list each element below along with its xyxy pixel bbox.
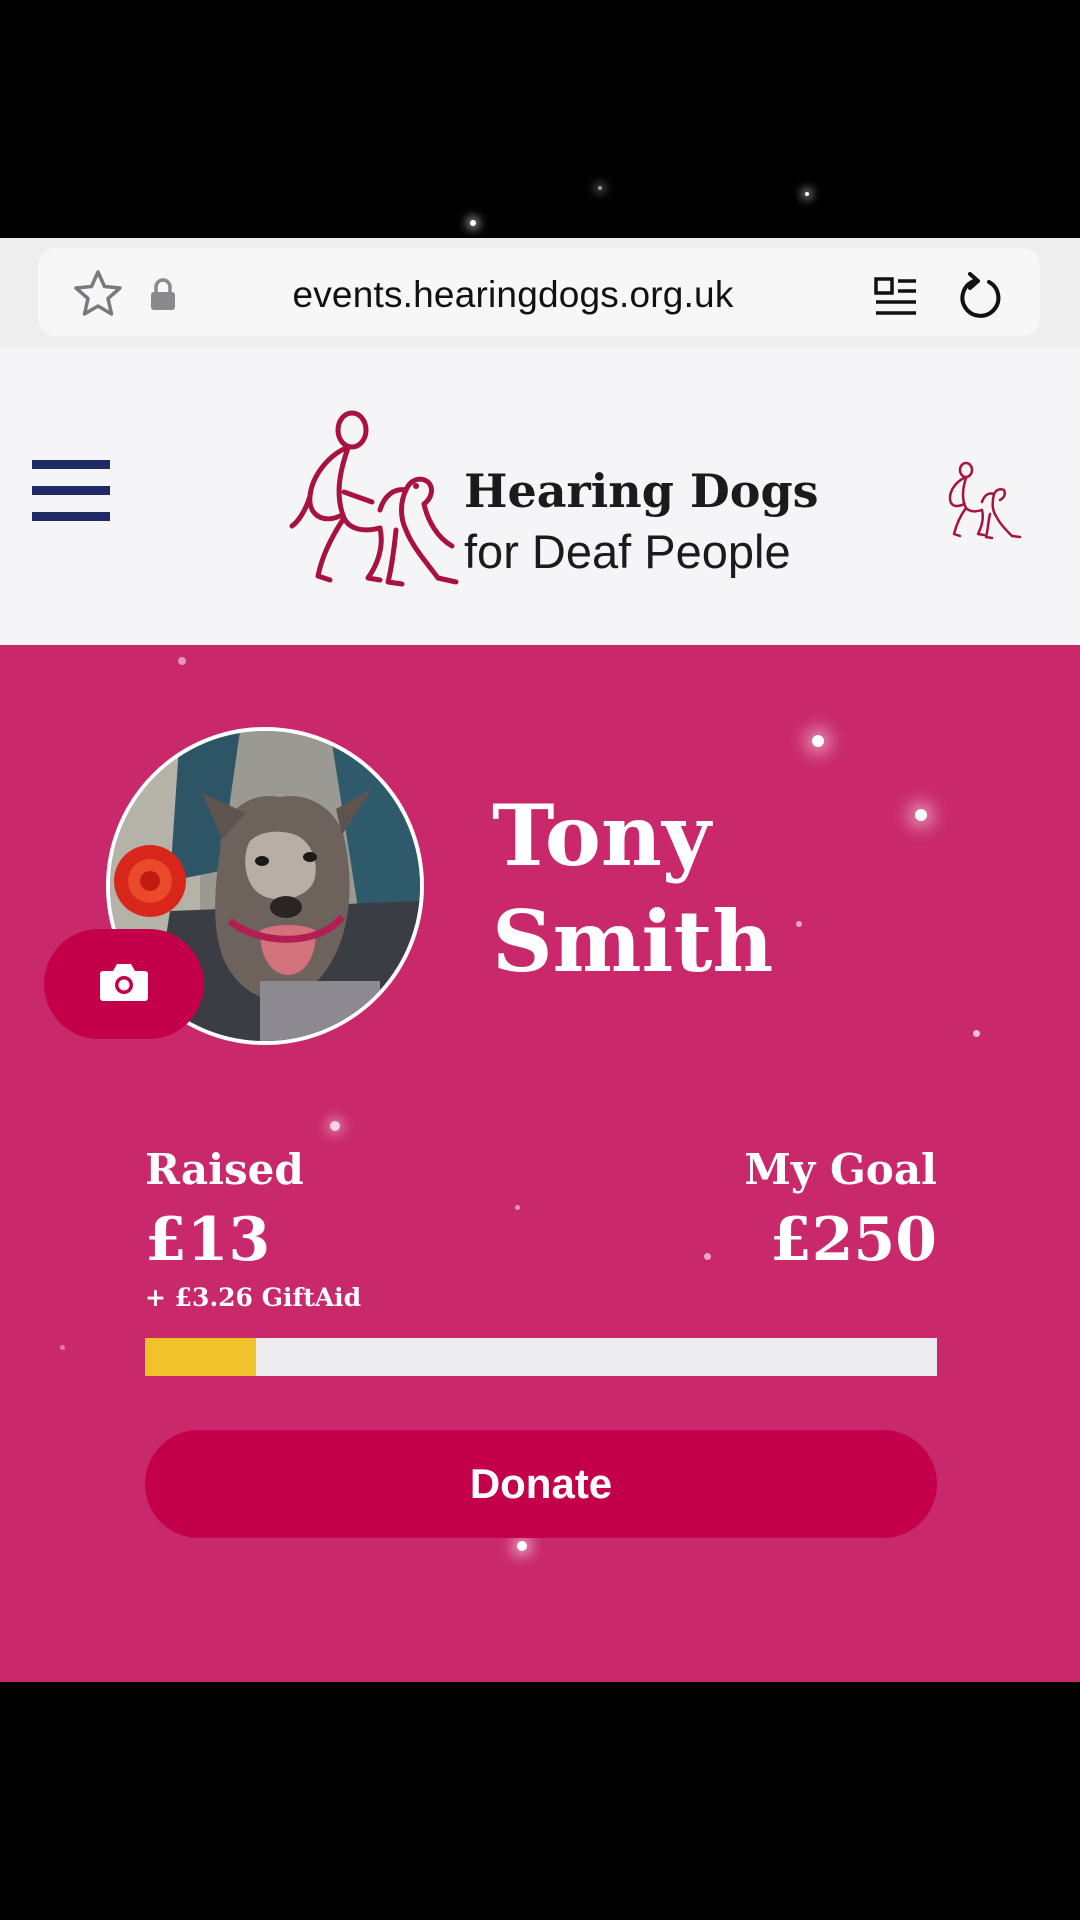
- sparkle: [812, 735, 824, 747]
- fundraiser-name-line: Tony: [492, 786, 711, 885]
- raised-label: Raised: [145, 1145, 304, 1194]
- bottom-black-area: [0, 1682, 1080, 1920]
- fundraiser-name-line: Smith: [492, 892, 774, 991]
- logo-line-2: for Deaf People: [464, 525, 791, 578]
- progress-fill: [145, 1338, 256, 1376]
- goal-amount: £250: [770, 1205, 937, 1275]
- giftaid-amount: + £3.26 GiftAid: [145, 1283, 362, 1312]
- hamburger-menu-icon[interactable]: [32, 460, 110, 522]
- url-text[interactable]: events.hearingdogs.org.uk: [208, 274, 818, 316]
- address-bar[interactable]: events.hearingdogs.org.uk: [38, 248, 1040, 336]
- sparkle: [973, 1030, 980, 1037]
- star-icon[interactable]: [72, 268, 124, 320]
- sparkle: [704, 1253, 711, 1260]
- sparkle: [330, 1121, 340, 1131]
- fundraising-hero: Tony Smith Raised My Goal £13 £250 + £3.2…: [0, 645, 1080, 1682]
- browser-toolbar: events.hearingdogs.org.uk: [0, 238, 1080, 348]
- sparkle: [515, 1205, 520, 1210]
- camera-icon: [100, 964, 148, 1001]
- site-header: Hearing Dogs for Deaf People: [0, 348, 1080, 645]
- twinkle: [805, 192, 809, 196]
- reader-mode-icon[interactable]: [874, 276, 918, 318]
- twinkle: [598, 186, 602, 190]
- sparkle: [178, 657, 186, 665]
- logo-line-1: Hearing Dogs: [464, 464, 819, 518]
- menu-bar: [32, 460, 110, 469]
- menu-bar: [32, 512, 110, 521]
- raised-amount: £13: [145, 1205, 271, 1275]
- person-with-dog-icon[interactable]: [942, 460, 1022, 540]
- person-with-dog-logo-icon: [289, 410, 459, 587]
- progress-bar: [145, 1338, 937, 1376]
- reload-icon[interactable]: [956, 272, 1004, 322]
- twinkle: [470, 220, 476, 226]
- menu-bar: [32, 486, 110, 495]
- hearing-dogs-logo[interactable]: Hearing Dogs for Deaf People: [288, 406, 819, 596]
- fundraiser-name: Tony Smith: [492, 783, 1012, 995]
- lock-icon: [151, 278, 175, 310]
- goal-label: My Goal: [744, 1145, 937, 1194]
- donate-button[interactable]: Donate: [145, 1430, 937, 1538]
- sparkle: [60, 1345, 65, 1350]
- sparkle: [517, 1541, 527, 1551]
- phone-screen: events.hearingdogs.org.uk Hearing Dogs f…: [0, 0, 1080, 1920]
- top-black-area: [0, 0, 1080, 238]
- change-photo-button[interactable]: [44, 929, 204, 1039]
